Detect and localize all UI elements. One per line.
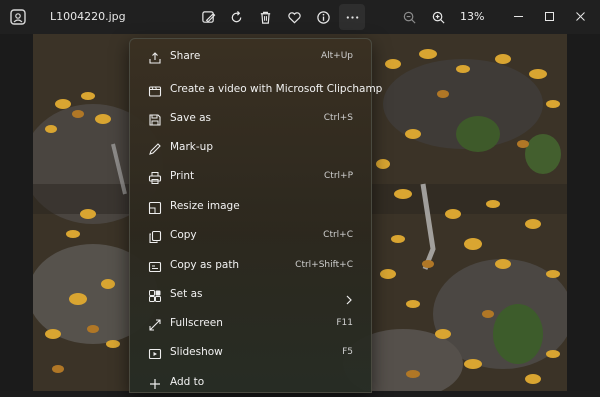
menu-item-shortcut: Ctrl+S <box>323 113 353 123</box>
menu-item-label: Mark-up <box>170 141 213 153</box>
menu-item-label: Set as <box>170 288 203 300</box>
menu-item-label: Create a video with Microsoft Clipchamp <box>170 83 383 95</box>
menu-item-label: Slideshow <box>170 346 223 358</box>
close-button[interactable] <box>568 4 592 28</box>
rotate-button[interactable] <box>223 4 249 30</box>
menu-item-print[interactable]: Print Ctrl+P <box>134 163 367 191</box>
menu-item-label: Print <box>170 170 195 182</box>
set-as-icon <box>148 288 162 302</box>
menu-item-save-as[interactable]: Save as Ctrl+S <box>134 105 367 133</box>
menu-item-shortcut: Ctrl+C <box>323 230 353 240</box>
menu-item-label: Share <box>170 50 201 62</box>
slideshow-icon <box>148 346 162 360</box>
see-more-menu: Share Alt+Up Create a video with Microso… <box>129 38 382 393</box>
menu-item-shortcut: F5 <box>342 347 353 357</box>
maximize-button[interactable] <box>537 4 561 28</box>
copy-path-icon <box>148 259 162 273</box>
zoom-in-button[interactable] <box>425 4 451 30</box>
chevron-right-icon <box>345 290 353 305</box>
title-bar: L1004220.jpg 13% <box>0 0 600 34</box>
zoom-level[interactable]: 13% <box>460 10 484 23</box>
menu-item-label: Copy <box>170 229 197 241</box>
clipchamp-icon <box>148 83 162 97</box>
menu-item-label: Save as <box>170 112 212 124</box>
menu-item-clipchamp[interactable]: Create a video with Microsoft Clipchamp <box>134 76 382 104</box>
menu-item-label: Copy as path <box>170 259 240 271</box>
copy-icon <box>148 229 162 244</box>
file-info-button[interactable] <box>310 4 336 30</box>
rotate-icon <box>231 10 241 22</box>
menu-item-shortcut: Ctrl+Shift+C <box>295 260 353 270</box>
menu-item-shortcut: F11 <box>336 318 353 328</box>
fullscreen-icon <box>148 317 162 331</box>
file-name: L1004220.jpg <box>50 10 126 23</box>
share-icon <box>148 50 162 64</box>
edit-image-icon <box>201 10 215 23</box>
menu-item-shortcut: Alt+Up <box>320 51 353 61</box>
menu-item-copy-as-path[interactable]: Copy as path Ctrl+Shift+C <box>134 252 367 280</box>
markup-pen-icon <box>148 141 162 155</box>
menu-item-shortcut: Ctrl+P <box>324 171 353 181</box>
minimize-icon <box>513 15 523 17</box>
close-icon <box>575 11 585 21</box>
trash-icon <box>260 11 270 24</box>
maximize-icon <box>544 11 554 21</box>
minimize-button[interactable] <box>506 4 530 28</box>
menu-item-label: Add to <box>170 376 205 388</box>
add-icon <box>148 376 162 390</box>
save-icon <box>148 112 162 126</box>
zoom-out-button[interactable] <box>396 4 422 30</box>
menu-item-mark-up[interactable]: Mark-up <box>134 134 367 162</box>
menu-item-add-to[interactable]: Add to <box>134 369 367 397</box>
print-icon <box>148 170 162 184</box>
edit-image-button[interactable] <box>195 4 221 30</box>
see-more-button[interactable] <box>339 4 365 30</box>
zoom-out-icon <box>403 11 416 24</box>
menu-item-set-as[interactable]: Set as <box>134 281 367 309</box>
delete-button[interactable] <box>252 4 278 30</box>
menu-item-resize-image[interactable]: Resize image <box>134 193 367 221</box>
menu-item-copy[interactable]: Copy Ctrl+C <box>134 222 367 250</box>
menu-item-label: Fullscreen <box>170 317 223 329</box>
info-icon <box>316 10 330 24</box>
zoom-in-icon <box>432 11 445 24</box>
heart-icon <box>287 11 301 24</box>
menu-item-slideshow[interactable]: Slideshow F5 <box>134 339 367 367</box>
more-dots-icon <box>346 15 358 19</box>
menu-item-share[interactable]: Share Alt+Up <box>134 43 367 71</box>
favorite-button[interactable] <box>281 4 307 30</box>
menu-item-fullscreen[interactable]: Fullscreen F11 <box>134 310 367 338</box>
photos-app-icon <box>9 8 27 26</box>
menu-item-label: Resize image <box>170 200 240 212</box>
resize-icon <box>148 200 162 215</box>
